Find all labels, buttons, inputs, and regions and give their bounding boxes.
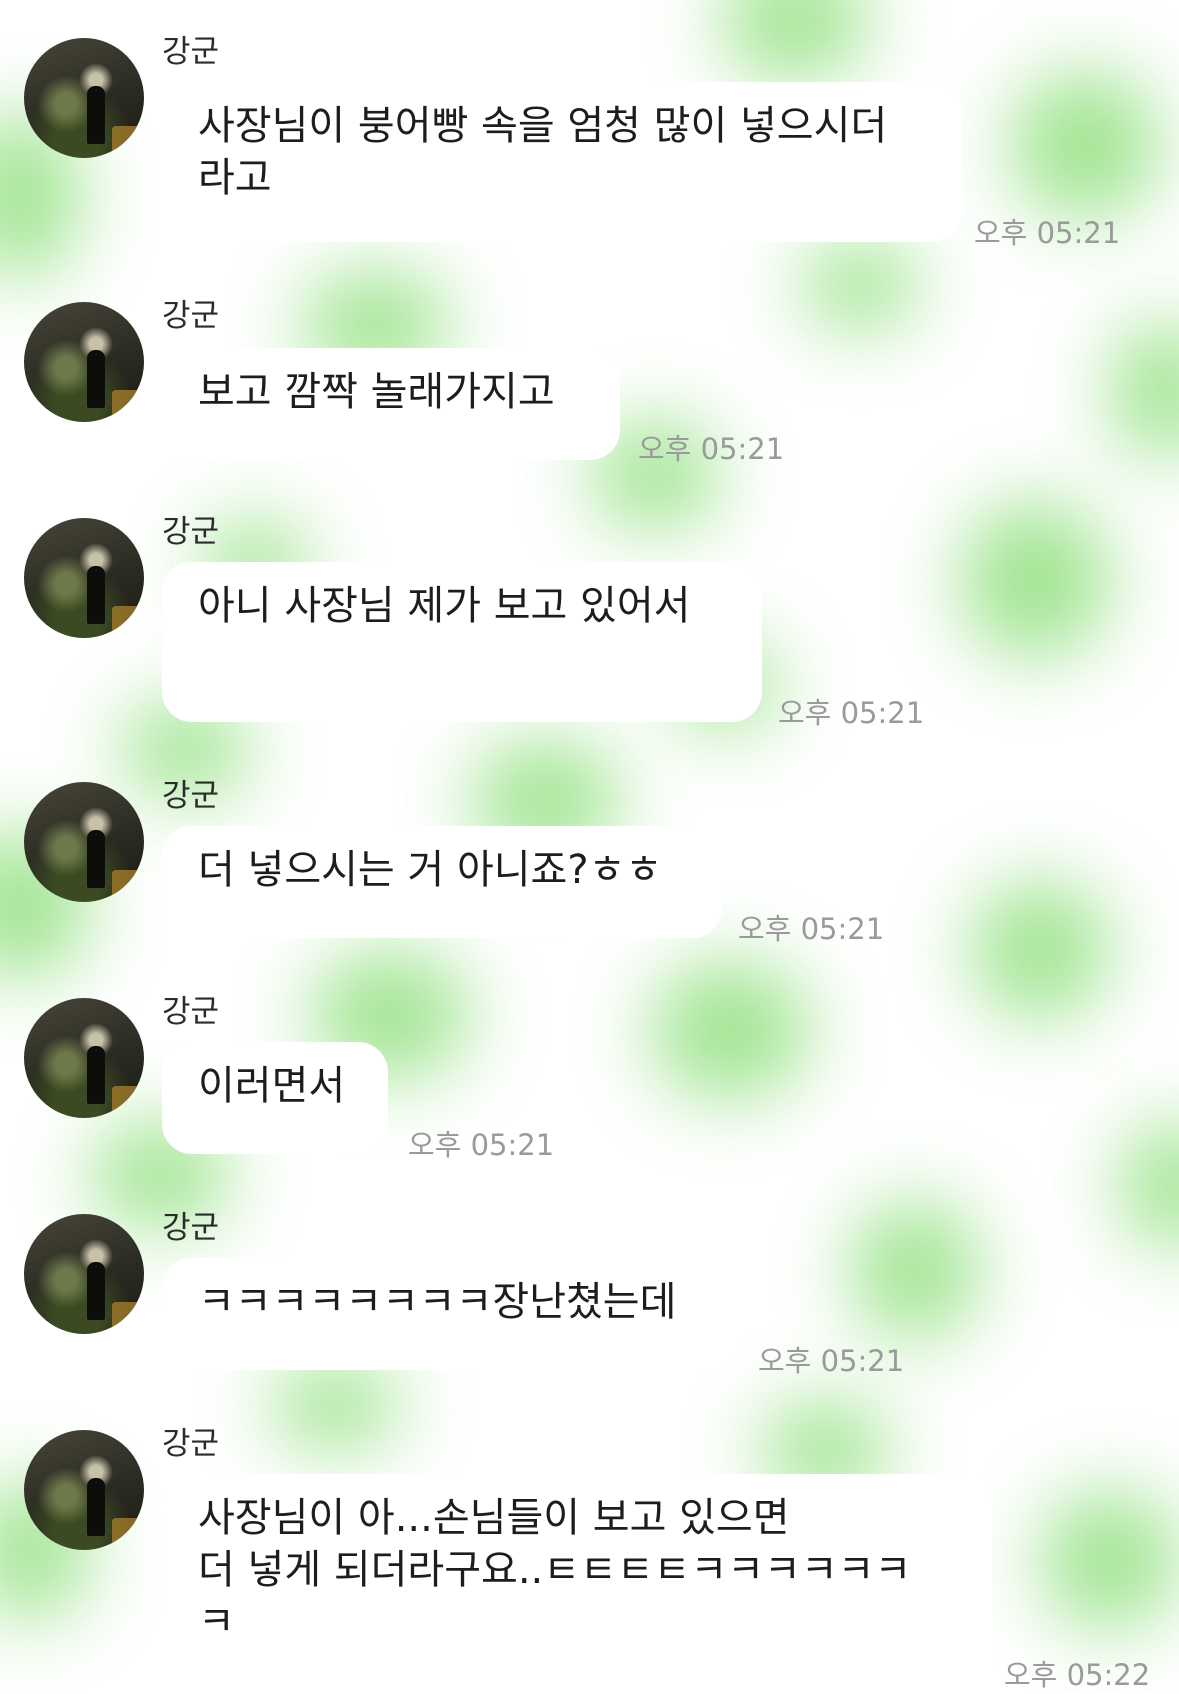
message-bubble[interactable]: 사장님이 아...손님들이 보고 있으면 더 넣게 되더라구요..ㅌㅌㅌㅌㅋㅋㅋ…: [162, 1474, 992, 1692]
sender-name: 강군: [162, 778, 220, 814]
sender-name: 강군: [162, 1210, 220, 1246]
message-text: 더 넣게 되더라구요..ㅌㅌㅌㅌㅋㅋㅋㅋㅋㅋ: [198, 1547, 912, 1593]
sender-name: 강군: [162, 1426, 220, 1462]
sender-name: 강군: [162, 34, 220, 70]
timestamp: 오후 05:21: [758, 1344, 905, 1378]
timestamp: 오후 05:21: [408, 1128, 555, 1162]
message-text: 아니 사장님 제가 보고 있어서: [198, 583, 691, 629]
message-bubble[interactable]: 더 넣으시는 거 아니죠?ㅎㅎ: [162, 826, 722, 938]
avatar[interactable]: [24, 302, 144, 422]
timestamp: 오후 05:21: [638, 432, 785, 466]
sender-name: 강군: [162, 994, 220, 1030]
message-text: ㅋ: [198, 1599, 235, 1645]
message-text: ㅋㅋㅋㅋㅋㅋㅋㅋ장난쳤는데: [198, 1279, 677, 1325]
avatar[interactable]: [24, 1214, 144, 1334]
message-bubble[interactable]: 보고 깜짝 놀래가지고: [162, 348, 620, 460]
sender-name: 강군: [162, 514, 220, 550]
message-bubble[interactable]: ㅋㅋㅋㅋㅋㅋㅋㅋ장난쳤는데: [162, 1258, 742, 1370]
message-bubble[interactable]: 아니 사장님 제가 보고 있어서: [162, 562, 762, 722]
message-text: 라고: [198, 155, 272, 201]
message-text: 사장님이 아...손님들이 보고 있으면: [198, 1495, 790, 1541]
timestamp: 오후 05:21: [778, 696, 925, 730]
avatar[interactable]: [24, 782, 144, 902]
message-bubble[interactable]: 이러면서: [162, 1042, 388, 1154]
message-text: 보고 깜짝 놀래가지고: [198, 369, 555, 415]
timestamp: 오후 05:21: [974, 216, 1121, 250]
sender-name: 강군: [162, 298, 220, 334]
message-bubble[interactable]: 사장님이 붕어빵 속을 엄청 많이 넣으시더 라고: [162, 82, 962, 242]
avatar[interactable]: [24, 518, 144, 638]
timestamp: 오후 05:22: [1004, 1658, 1151, 1692]
message-text: 이러면서: [198, 1063, 346, 1109]
avatar[interactable]: [24, 1430, 144, 1550]
avatar[interactable]: [24, 38, 144, 158]
avatar[interactable]: [24, 998, 144, 1118]
timestamp: 오후 05:21: [738, 912, 885, 946]
message-text: 사장님이 붕어빵 속을 엄청 많이 넣으시더: [198, 103, 888, 149]
message-text: 더 넣으시는 거 아니죠?ㅎㅎ: [198, 847, 663, 893]
